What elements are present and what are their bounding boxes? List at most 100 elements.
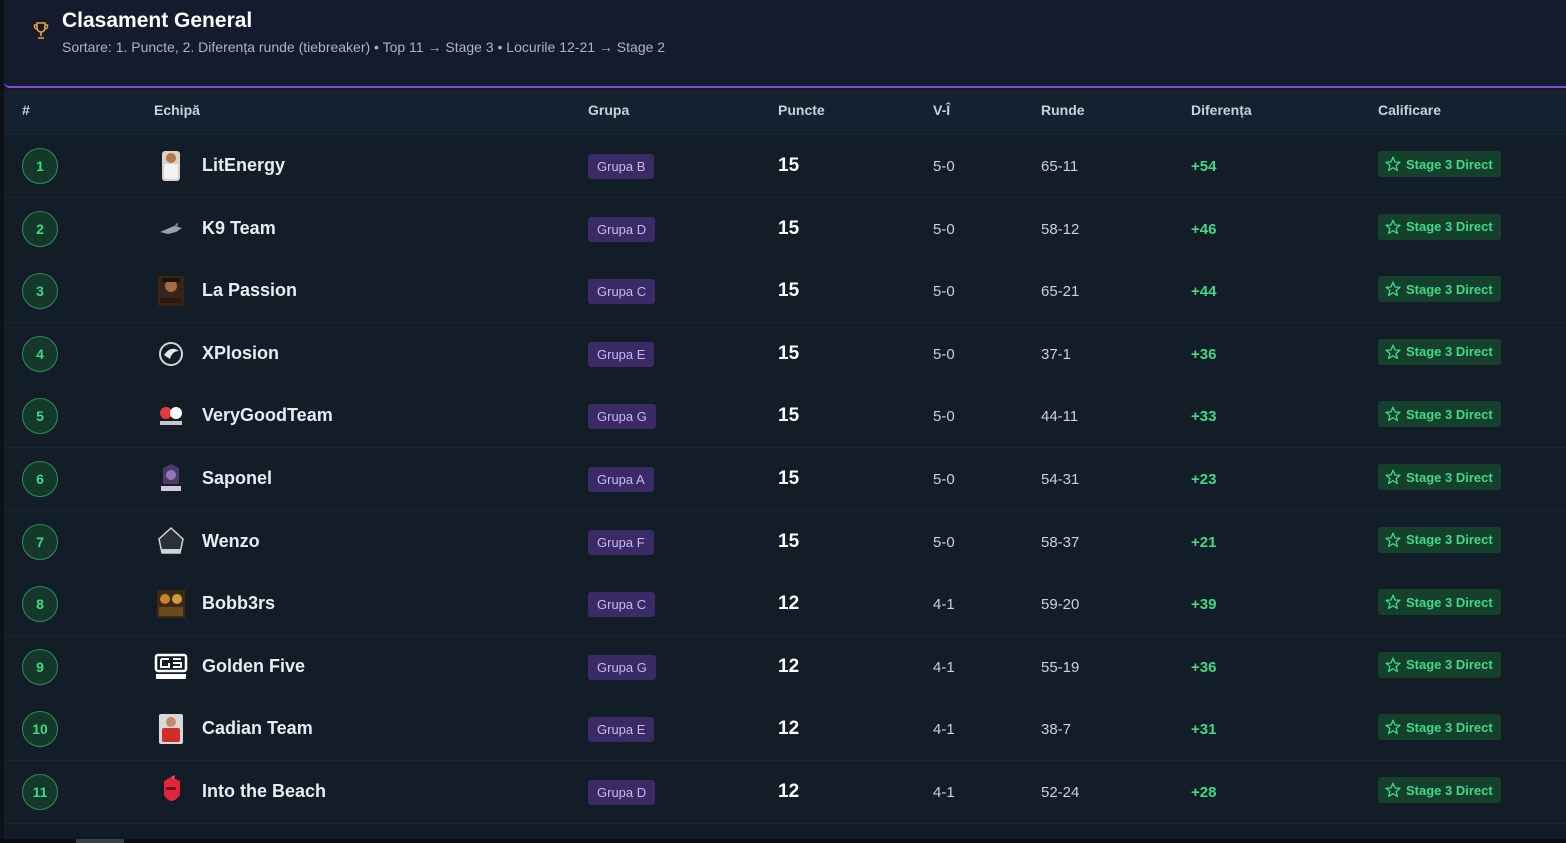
- rank-badge: 5: [22, 398, 58, 435]
- team-name[interactable]: XPlosion: [202, 343, 279, 364]
- qualification-badge: Stage 3 Direct: [1378, 338, 1501, 365]
- difference-value: +39: [1191, 596, 1217, 614]
- qualification-label: Stage 3 Direct: [1406, 406, 1493, 422]
- wins-losses-value: 5-0: [933, 283, 955, 301]
- rank-badge: 3: [22, 273, 58, 310]
- team-logo-icon: [164, 775, 180, 801]
- rounds-value: 59-20: [1041, 596, 1080, 614]
- table-row[interactable]: 5 VeryGoodTeam Grupa G 15 5-0 44-11 +33 Stage 3…: [4, 385, 1566, 449]
- team-logo-icon: [158, 526, 184, 554]
- rank-badge: 8: [22, 586, 58, 623]
- difference-value: +54: [1191, 158, 1217, 175]
- table-row[interactable]: 1 LitEnergy Grupa B 15 5-0 65-11 +54 Stage 3 Di…: [4, 135, 1566, 198]
- difference-value: +28: [1191, 784, 1217, 801]
- points-value: 12: [778, 781, 800, 802]
- wins-losses-value: 5-0: [933, 220, 955, 238]
- rounds-value: 58-12: [1041, 220, 1080, 238]
- qualification-badge: Stage 3 Direct: [1378, 777, 1501, 803]
- points-value: 15: [778, 280, 800, 302]
- team-logo-icon: [157, 590, 185, 619]
- rounds-value: 52-24: [1041, 784, 1080, 801]
- points-value: 15: [778, 217, 800, 239]
- table-row[interactable]: 10 Cadian Team Grupa E 12 4-1 38-7 +31 Stage 3 …: [4, 698, 1566, 762]
- group-badge: Grupa E: [588, 341, 655, 367]
- team-name[interactable]: Bobb3rs: [202, 593, 275, 614]
- qualification-badge: Stage 3 Direct: [1378, 276, 1501, 303]
- team-name[interactable]: Into the Beach: [202, 781, 326, 802]
- group-badge: Grupa D: [588, 216, 656, 242]
- star-icon: [1385, 782, 1401, 798]
- group-badge: Grupa C: [588, 279, 656, 305]
- star-icon: [1385, 281, 1401, 297]
- table-row[interactable]: 8 Bobb3rs Grupa C 12 4-1 59-20 +39 Stage 3 Dire…: [4, 573, 1566, 637]
- col-team: Echipă: [154, 102, 200, 118]
- team-logo-icon: [159, 714, 183, 745]
- rank-badge: 4: [22, 335, 58, 372]
- table-row[interactable]: 6 Saponel Grupa A 15 5-0 54-31 +23 Stage 3 Dire…: [4, 448, 1566, 511]
- qualification-label: Stage 3 Direct: [1406, 782, 1493, 798]
- team-name[interactable]: La Passion: [202, 280, 297, 301]
- table-row[interactable]: 9 Golden Five Grupa G 12 4-1 55-19 +36 Stage 3 …: [4, 635, 1566, 699]
- team-name[interactable]: Golden Five: [202, 656, 305, 677]
- team-name[interactable]: VeryGoodTeam: [202, 405, 333, 426]
- table-row[interactable]: 4 XPlosion Grupa E 15 5-0 37-1 +36 Stage 3 Dire…: [4, 322, 1566, 386]
- group-badge: Grupa C: [588, 592, 656, 618]
- points-value: 15: [778, 530, 800, 552]
- col-qualification: Calificare: [1378, 102, 1442, 118]
- wins-losses-value: 5-0: [933, 471, 955, 488]
- difference-value: +36: [1191, 345, 1217, 363]
- table-row[interactable]: 2 K9 Team Grupa D 15 5-0 58-12 +46 Stage 3 Dire…: [4, 197, 1566, 261]
- wins-losses-value: 4-1: [933, 784, 955, 801]
- qualification-badge: Stage 3 Direct: [1378, 526, 1501, 553]
- team-logo-icon: [161, 464, 181, 491]
- rank-badge: 9: [22, 648, 58, 685]
- table-row[interactable]: 3 La Passion Grupa C 15 5-0 65-21 +44 Stage 3 D…: [4, 260, 1566, 324]
- qualification-label: Stage 3 Direct: [1406, 281, 1493, 297]
- qualification-label: Stage 3 Direct: [1406, 719, 1493, 735]
- wins-losses-value: 4-1: [933, 721, 955, 739]
- rank-badge: 7: [22, 523, 58, 560]
- wins-losses-value: 4-1: [933, 658, 955, 676]
- team-name[interactable]: K9 Team: [202, 218, 276, 239]
- wins-losses-value: 5-0: [933, 408, 955, 426]
- team-logo-icon: [160, 221, 182, 234]
- group-badge: Grupa G: [588, 404, 656, 430]
- team-name[interactable]: Saponel: [202, 468, 272, 489]
- points-value: 15: [778, 405, 800, 427]
- star-icon: [1385, 657, 1401, 672]
- star-icon: [1385, 344, 1401, 359]
- difference-value: +21: [1191, 533, 1217, 551]
- qualification-label: Stage 3 Direct: [1406, 532, 1493, 548]
- scrollbar-thumb[interactable]: [76, 839, 124, 843]
- group-badge: Grupa B: [588, 154, 655, 179]
- table-row[interactable]: 7 Wenzo Grupa F 15 5-0 58-37 +21 Stage 3 Direct: [4, 510, 1566, 574]
- rounds-value: 44-11: [1041, 408, 1079, 426]
- table-row[interactable]: 11 Into the Beach Grupa D 12 4-1 52-24 +28 Stag…: [4, 761, 1566, 824]
- col-wins-losses: V-Î: [933, 102, 951, 118]
- star-icon: [1385, 594, 1401, 610]
- team-name[interactable]: Cadian Team: [202, 718, 313, 739]
- points-value: 15: [778, 468, 800, 489]
- horizontal-scrollbar[interactable]: [0, 839, 1566, 843]
- qualification-label: Stage 3 Direct: [1406, 657, 1493, 673]
- rounds-value: 65-11: [1041, 158, 1079, 175]
- rounds-value: 54-31: [1041, 471, 1080, 488]
- trophy-icon: [33, 22, 49, 39]
- difference-value: +46: [1191, 220, 1217, 238]
- rank-badge: 10: [22, 711, 58, 748]
- group-badge: Grupa F: [588, 529, 654, 555]
- standings-header: Clasament General Sortare: 1. Puncte, 2.…: [4, 0, 1566, 88]
- difference-value: +44: [1191, 283, 1217, 301]
- difference-value: +31: [1191, 721, 1217, 739]
- table-header: # Echipă Grupa Puncte V-Î Runde Diferenț…: [4, 90, 1566, 135]
- qualification-label: Stage 3 Direct: [1406, 219, 1493, 235]
- team-logo-icon: [162, 151, 180, 181]
- star-icon: [1385, 469, 1401, 485]
- team-name[interactable]: Wenzo: [202, 531, 260, 552]
- team-logo-icon: [159, 341, 183, 366]
- team-name[interactable]: LitEnergy: [202, 155, 285, 176]
- team-logo-icon: [154, 653, 188, 679]
- qualification-label: Stage 3 Direct: [1406, 594, 1493, 610]
- group-badge: Grupa G: [588, 654, 656, 680]
- star-icon: [1385, 719, 1401, 735]
